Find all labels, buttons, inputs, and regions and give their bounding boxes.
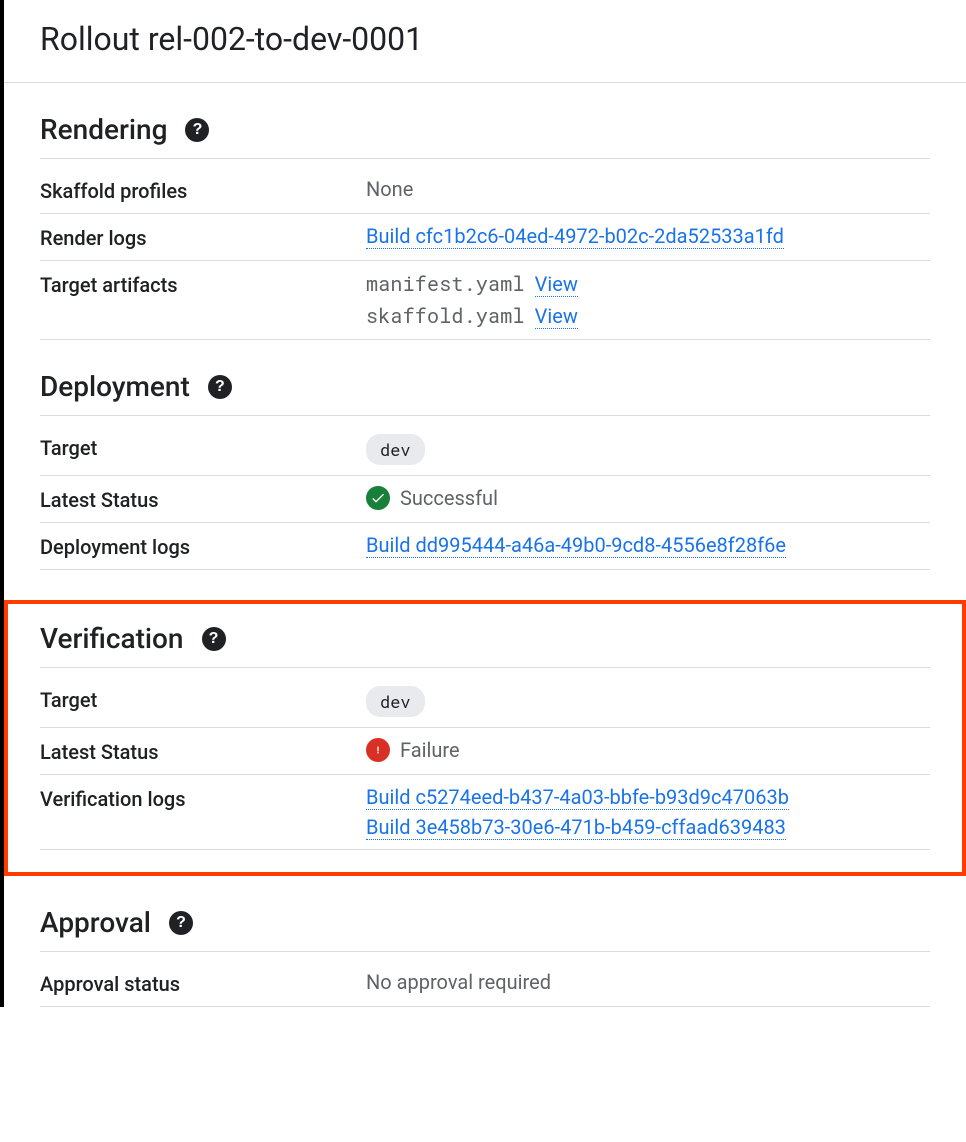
skaffold-profiles-label: Skaffold profiles	[40, 177, 366, 203]
verification-target-label: Target	[40, 686, 366, 712]
verification-target-row: Target dev	[40, 676, 930, 728]
artifact-line: skaffold.yaml View	[366, 303, 930, 329]
approval-status-row: Approval status No approval required	[40, 960, 930, 1007]
approval-heading: Approval	[40, 906, 151, 939]
deployment-logs-label: Deployment logs	[40, 533, 366, 559]
verification-status-row: Latest Status Failure	[40, 728, 930, 775]
artifact-view-link[interactable]: View	[535, 304, 578, 329]
verification-log-link[interactable]: Build c5274eed-b437-4a03-bbfe-b93d9c4706…	[366, 785, 789, 810]
deployment-logs-row: Deployment logs Build dd995444-a46a-49b0…	[40, 523, 930, 570]
approval-section: Approval ? Approval status No approval r…	[4, 876, 966, 1007]
rendering-heading: Rendering	[40, 113, 167, 146]
page-title: Rollout rel-002-to-dev-0001	[40, 20, 930, 58]
render-logs-row: Render logs Build cfc1b2c6-04ed-4972-b02…	[40, 214, 930, 261]
verification-status-value: Failure	[400, 738, 460, 762]
artifact-view-link[interactable]: View	[535, 272, 578, 297]
deployment-status-row: Latest Status Successful	[40, 476, 930, 523]
render-logs-link[interactable]: Build cfc1b2c6-04ed-4972-b02c-2da52533a1…	[366, 224, 784, 249]
artifact-file: manifest.yaml	[366, 271, 525, 297]
verification-status-label: Latest Status	[40, 738, 366, 764]
deployment-status-label: Latest Status	[40, 486, 366, 512]
check-circle-icon	[366, 486, 390, 510]
deployment-target-row: Target dev	[40, 424, 930, 476]
help-icon[interactable]: ?	[169, 911, 193, 935]
verification-logs-label: Verification logs	[40, 785, 366, 811]
skaffold-profiles-value: None	[366, 177, 930, 201]
deployment-heading: Deployment	[40, 370, 190, 403]
deployment-section: Deployment ? Target dev Latest Status Su…	[4, 340, 966, 570]
target-artifacts-label: Target artifacts	[40, 271, 366, 297]
deployment-logs-link[interactable]: Build dd995444-a46a-49b0-9cd8-4556e8f28f…	[366, 533, 786, 558]
skaffold-profiles-row: Skaffold profiles None	[40, 167, 930, 214]
artifact-line: manifest.yaml View	[366, 271, 930, 297]
deployment-target-label: Target	[40, 434, 366, 460]
rendering-section: Rendering ? Skaffold profiles None Rende…	[4, 83, 966, 340]
verification-logs-row: Verification logs Build c5274eed-b437-4a…	[40, 775, 930, 850]
approval-status-value: No approval required	[366, 970, 930, 994]
help-icon[interactable]: ?	[202, 627, 226, 651]
artifact-file: skaffold.yaml	[366, 303, 525, 329]
help-icon[interactable]: ?	[185, 118, 209, 142]
target-chip: dev	[366, 434, 425, 465]
verification-heading: Verification	[40, 622, 184, 655]
render-logs-label: Render logs	[40, 224, 366, 250]
title-bar: Rollout rel-002-to-dev-0001	[4, 0, 966, 83]
verification-highlight: Verification ? Target dev Latest Status …	[4, 600, 966, 876]
deployment-status-value: Successful	[400, 486, 498, 510]
help-icon[interactable]: ?	[208, 375, 232, 399]
target-artifacts-row: Target artifacts manifest.yaml View skaf…	[40, 261, 930, 340]
approval-status-label: Approval status	[40, 970, 366, 996]
verification-log-link[interactable]: Build 3e458b73-30e6-471b-b459-cffaad6394…	[366, 815, 786, 840]
target-chip: dev	[366, 686, 425, 717]
error-circle-icon	[366, 738, 390, 762]
